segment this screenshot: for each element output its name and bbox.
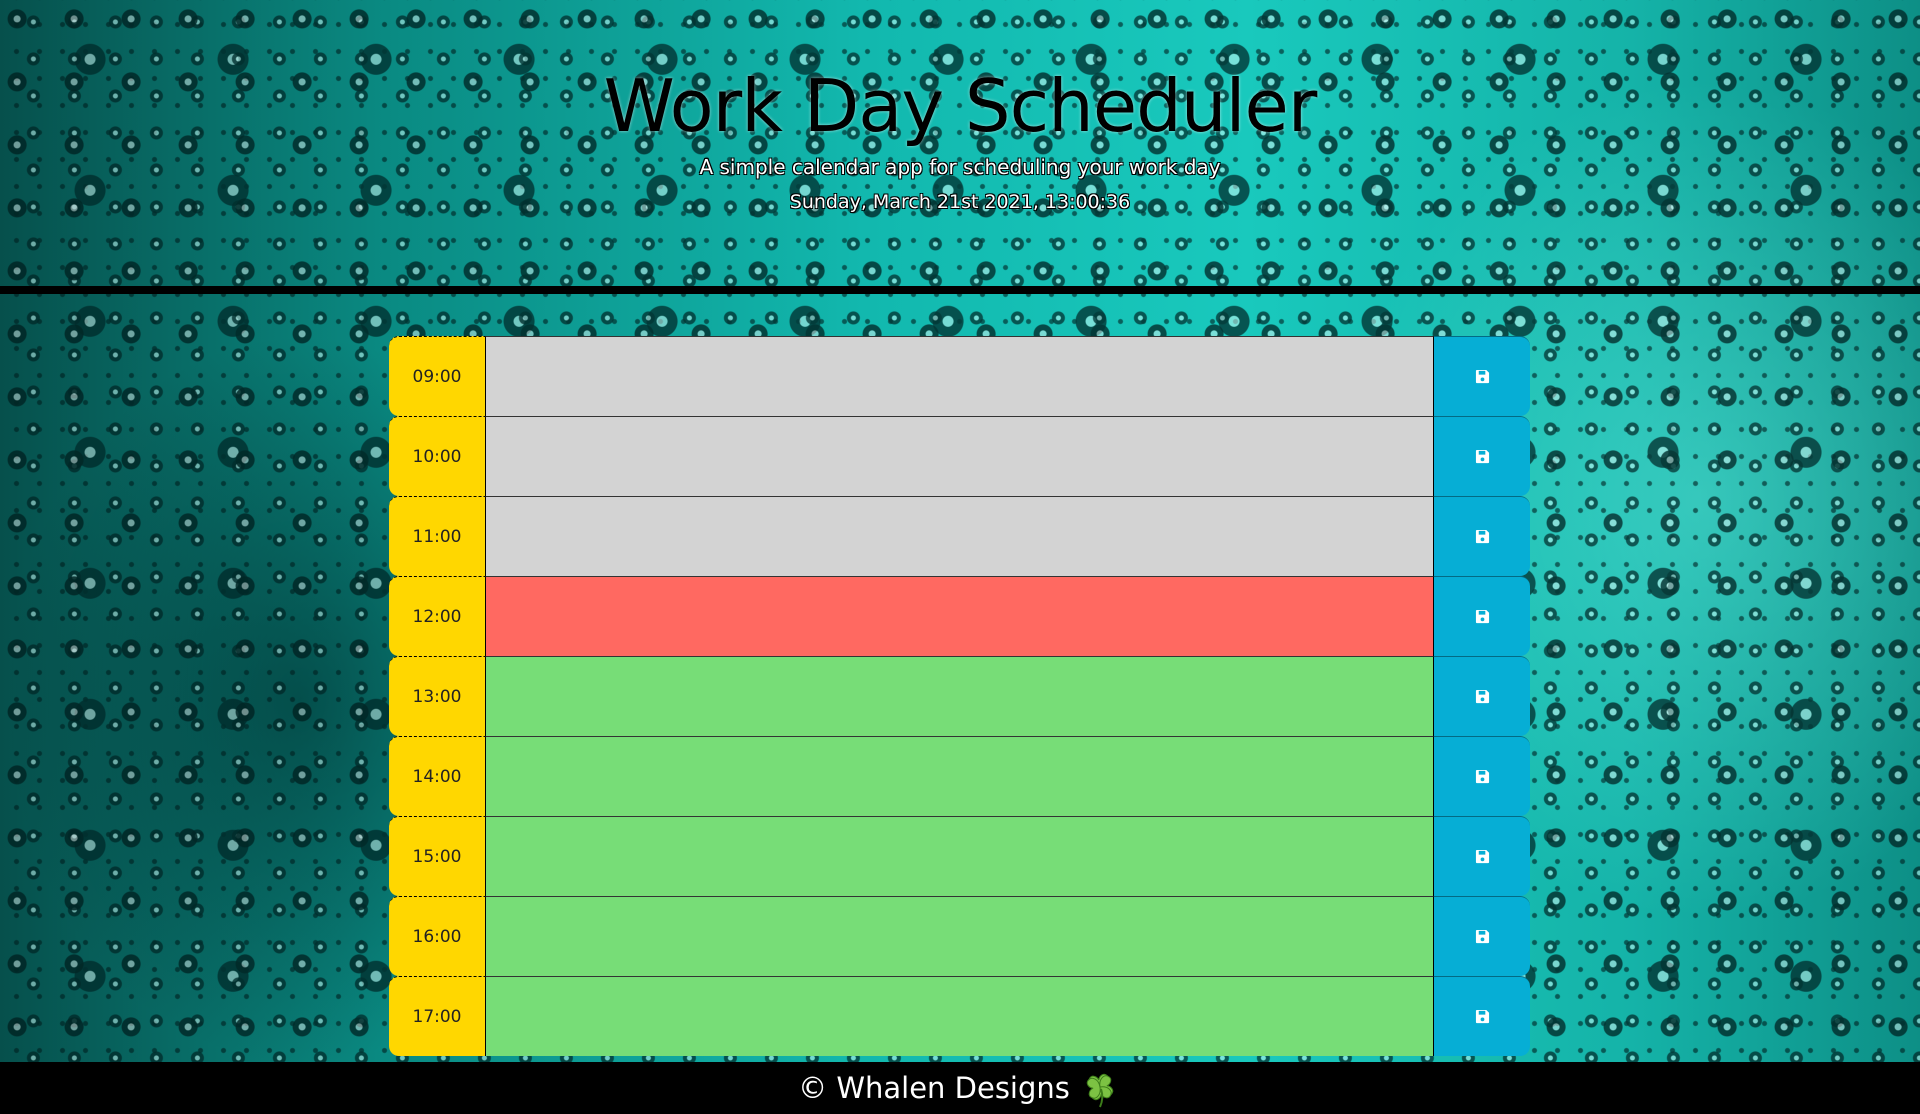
hour-label: 14:00 <box>389 736 485 816</box>
four-leaf-clover-icon <box>1086 1073 1114 1108</box>
save-button[interactable] <box>1434 816 1530 896</box>
floppy-disk-icon <box>1475 689 1489 704</box>
page-footer: © Whalen Designs <box>0 1062 1920 1114</box>
time-block-row: 16:00 <box>389 896 1530 976</box>
footer-text: © Whalen Designs <box>798 1071 1070 1105</box>
hour-label: 16:00 <box>389 896 485 976</box>
save-button[interactable] <box>1434 576 1530 656</box>
page-title: Work Day Scheduler <box>603 64 1318 148</box>
hour-label: 17:00 <box>389 976 485 1056</box>
save-button[interactable] <box>1434 496 1530 576</box>
description-input[interactable] <box>485 896 1434 976</box>
page-header: Work Day Scheduler A simple calendar app… <box>0 0 1920 294</box>
time-block-row: 10:00 <box>389 416 1530 496</box>
description-input[interactable] <box>485 496 1434 576</box>
time-block-row: 11:00 <box>389 496 1530 576</box>
schedule-container: 09:00 10:00 11:00 12:00 13:00 14:00 15:0… <box>389 336 1530 1056</box>
description-input[interactable] <box>485 736 1434 816</box>
time-block-row: 14:00 <box>389 736 1530 816</box>
floppy-disk-icon <box>1475 1009 1489 1024</box>
save-button[interactable] <box>1434 656 1530 736</box>
time-block-row: 12:00 <box>389 576 1530 656</box>
description-input[interactable] <box>485 976 1434 1056</box>
save-button[interactable] <box>1434 416 1530 496</box>
floppy-disk-icon <box>1475 849 1489 864</box>
floppy-disk-icon <box>1475 929 1489 944</box>
floppy-disk-icon <box>1475 769 1489 784</box>
save-button[interactable] <box>1434 896 1530 976</box>
floppy-disk-icon <box>1475 369 1489 384</box>
description-input[interactable] <box>485 576 1434 656</box>
time-block-row: 15:00 <box>389 816 1530 896</box>
description-input[interactable] <box>485 656 1434 736</box>
description-input[interactable] <box>485 336 1434 416</box>
hour-label: 12:00 <box>389 576 485 656</box>
hour-label: 10:00 <box>389 416 485 496</box>
floppy-disk-icon <box>1475 449 1489 464</box>
hour-label: 09:00 <box>389 336 485 416</box>
page-subtitle: A simple calendar app for scheduling you… <box>699 155 1221 179</box>
description-input[interactable] <box>485 416 1434 496</box>
save-button[interactable] <box>1434 336 1530 416</box>
description-input[interactable] <box>485 816 1434 896</box>
hour-label: 13:00 <box>389 656 485 736</box>
save-button[interactable] <box>1434 736 1530 816</box>
time-block-row: 09:00 <box>389 336 1530 416</box>
hour-label: 11:00 <box>389 496 485 576</box>
time-block-row: 13:00 <box>389 656 1530 736</box>
save-button[interactable] <box>1434 976 1530 1056</box>
floppy-disk-icon <box>1475 609 1489 624</box>
hour-label: 15:00 <box>389 816 485 896</box>
time-block-row: 17:00 <box>389 976 1530 1056</box>
current-day: Sunday, March 21st 2021, 13:00:36 <box>789 191 1131 213</box>
floppy-disk-icon <box>1475 529 1489 544</box>
